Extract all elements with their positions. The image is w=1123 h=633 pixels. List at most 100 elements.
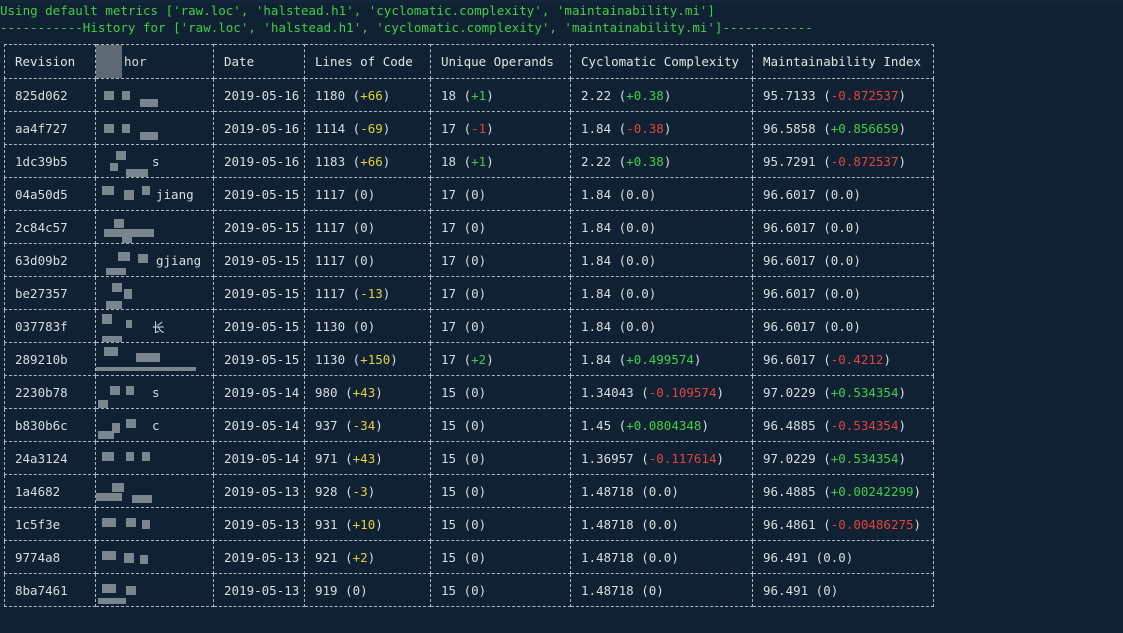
loc-delta-value: +43 [352,384,376,400]
loc-value: 1117 [315,285,346,301]
rev-value: 2230b78 [15,384,68,400]
loc-delta-value: +66 [360,153,383,169]
cell-revision: 9774a8 [4,540,96,574]
cell-lines-of-code: 1130 (+150) [304,342,431,376]
cell-date: 2019-05-15 [213,342,305,376]
date-value: 2019-05-15 [224,351,300,367]
loc-value: 1117 [315,252,346,268]
mi-delta-value: +0.534354 [830,384,899,400]
mi-delta-value: +0.534354 [830,450,899,466]
history-table-body: 825d062 2019-05-16 1180 (+66) 18 (+1) 2.22 (… [4,78,934,607]
table-row: 1c5f3e 2019-05-13 931 (+10) 15 (0) 1.48718 (… [4,507,934,541]
cell-unique-operands: 15 (0) [430,474,571,508]
header-author: hor [95,44,214,79]
table-row: 2c84c57 2019-05-15 1117 (0) 17 (0) 1.84 (0.0… [4,210,934,244]
cell-unique-operands: 15 (0) [430,540,571,574]
mi-value: 97.0229 [763,450,816,466]
loc-value: 1130 [315,318,346,334]
ops-delta-value: 0 [471,219,479,235]
author-name [106,517,152,532]
rev-value: 037783f [15,318,68,334]
table-row: b830b6c c 2019-05-14 937 (-34) 15 (0) 1.45 (+… [4,408,934,442]
cell-revision: aa4f727 [4,111,96,145]
mi-value: 96.6017 [763,252,816,268]
table-row: 1dc39b5 s 2019-05-16 1183 (+66) 18 (+1) 2.22 … [4,144,934,178]
mi-value: 95.7291 [763,153,816,169]
cell-maintainability-index: 96.491 (0) [752,573,934,607]
history-table-header: Revision hor Date Lines of Code Unique O… [4,44,934,79]
cc-value: 1.48718 [581,582,634,598]
ops-value: 17 [441,252,457,268]
cc-value: 1.48718 [581,549,634,565]
cell-date: 2019-05-16 [213,111,305,145]
header-date: Date [213,44,305,79]
redaction-mark [106,268,126,275]
ops-value: 15 [441,417,457,433]
cell-lines-of-code: 919 (0) [304,573,431,607]
cell-revision: 1c5f3e [4,507,96,541]
cell-author [95,507,214,541]
loc-value: 971 [315,450,338,466]
date-value: 2019-05-13 [224,483,300,499]
cell-cyclomatic-complexity: 2.22 (+0.38) [570,78,753,112]
mi-value: 96.6017 [763,318,816,334]
cell-cyclomatic-complexity: 1.48718 (0.0) [570,474,753,508]
ops-delta-value: +2 [471,351,487,367]
mi-delta-value: -0.4212 [830,351,884,367]
cell-revision: be27357 [4,276,96,310]
cell-lines-of-code: 1183 (+66) [304,144,431,178]
date-value: 2019-05-13 [224,582,300,598]
cc-delta-value: 0 [648,582,657,598]
mi-delta-value: 0 [823,582,831,598]
ops-value: 15 [441,516,457,532]
header-row: Revision hor Date Lines of Code Unique O… [4,44,934,79]
cell-lines-of-code: 1114 (-69) [304,111,431,145]
cell-unique-operands: 17 (0) [430,276,571,310]
author-name [106,583,152,598]
cell-unique-operands: 15 (0) [430,441,571,475]
loc-delta-value: 0 [360,252,368,268]
cell-unique-operands: 17 (-1) [430,111,571,145]
cc-delta-value: +0.38 [626,87,664,103]
cc-delta-value: 0.0 [648,516,672,532]
table-row: 289210b 2019-05-15 1130 (+150) 17 (+2) 1.84 … [4,342,934,376]
author-name: gjiang [156,252,202,268]
ops-delta-value: 0 [471,318,479,334]
mi-value: 96.4885 [763,417,816,433]
cell-author [95,474,214,508]
ops-delta-value: 0 [471,417,479,433]
cc-value: 1.48718 [581,483,634,499]
cell-cyclomatic-complexity: 1.84 (0.0) [570,210,753,244]
ops-value: 15 [441,582,457,598]
cell-maintainability-index: 97.0229 (+0.534354) [752,375,934,409]
ops-value: 17 [441,219,457,235]
mi-delta-value: +0.856659 [830,120,899,136]
cell-cyclomatic-complexity: 1.48718 (0.0) [570,540,753,574]
cell-lines-of-code: 928 (-3) [304,474,431,508]
cell-lines-of-code: 1180 (+66) [304,78,431,112]
cell-maintainability-index: 96.5858 (+0.856659) [752,111,934,145]
table-row: 8ba7461 2019-05-13 919 (0) 15 (0) 1.48718 (0… [4,573,934,607]
loc-delta-value: +2 [352,549,368,565]
cell-cyclomatic-complexity: 1.45 (+0.0804348) [570,408,753,442]
table-row: 2230b78 s 2019-05-14 980 (+43) 15 (0) 1.34043… [4,375,934,409]
cell-unique-operands: 18 (+1) [430,144,571,178]
cell-date: 2019-05-15 [213,276,305,310]
rev-value: 1dc39b5 [15,153,68,169]
author-name [106,286,152,301]
mi-value: 97.0229 [763,384,816,400]
rev-value: 8ba7461 [15,582,68,598]
mi-value: 96.6017 [763,351,816,367]
cell-maintainability-index: 96.6017 (-0.4212) [752,342,934,376]
cell-cyclomatic-complexity: 1.34043 (-0.109574) [570,375,753,409]
loc-delta-value: +10 [352,516,376,532]
date-value: 2019-05-13 [224,549,300,565]
loc-delta-value: 0 [360,219,368,235]
cc-delta-value: +0.38 [626,153,664,169]
author-name [106,451,152,466]
rev-value: 24a3124 [15,450,68,466]
cell-revision: 04a50d5 [4,177,96,211]
cell-maintainability-index: 97.0229 (+0.534354) [752,441,934,475]
cell-revision: 1dc39b5 [4,144,96,178]
mi-delta-value: 0.0 [830,318,854,334]
